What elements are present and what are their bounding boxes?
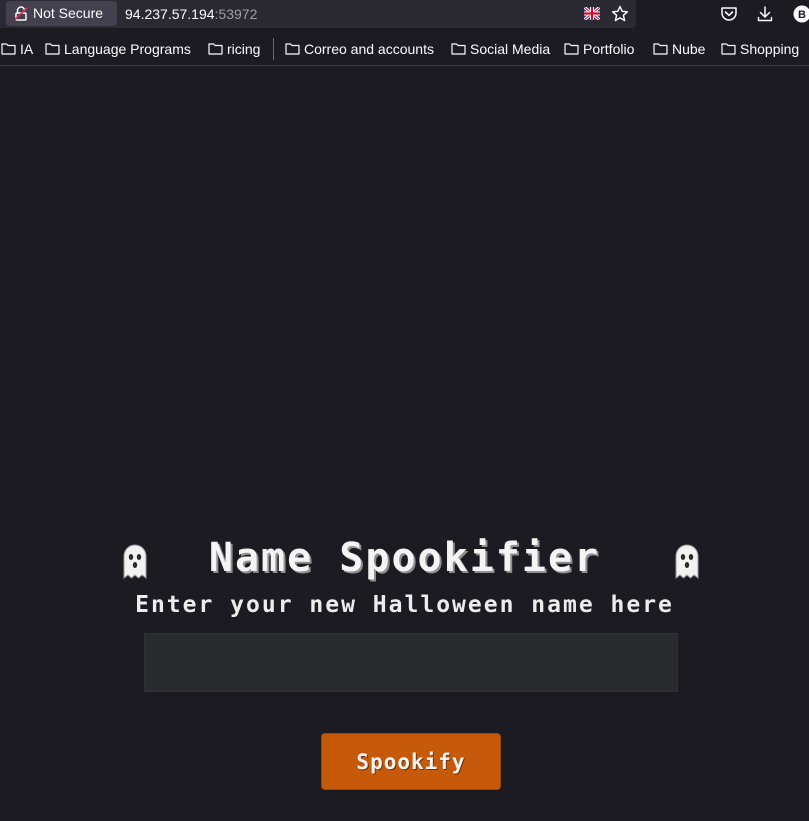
folder-icon — [564, 43, 579, 55]
folder-icon — [653, 43, 668, 55]
bookmark-label: Nube — [672, 41, 706, 57]
bookmark-label: Shopping — [740, 41, 800, 57]
security-label: Not Secure — [33, 5, 104, 21]
browser-toolbar: Not Secure 94.237.57.194:53972 B IA Lang… — [0, 0, 809, 66]
folder-icon — [208, 43, 223, 55]
address-bar[interactable]: Not Secure 94.237.57.194:53972 — [0, 0, 636, 28]
spookify-button[interactable]: Spookify — [321, 733, 501, 790]
bookmark-label: Portfolio — [583, 41, 635, 57]
ghost-icon — [675, 544, 699, 579]
star-icon[interactable] — [611, 5, 629, 23]
extension-icon[interactable]: B — [792, 4, 809, 24]
bookmark-label: ricing — [227, 41, 261, 57]
page-subtitle: Enter your new Halloween name here — [135, 592, 674, 618]
folder-icon — [285, 43, 300, 55]
pocket-icon[interactable] — [719, 4, 739, 24]
folder-icon — [45, 43, 60, 55]
url-host: 94.237.57.194 — [125, 6, 215, 22]
navigation-row: Not Secure 94.237.57.194:53972 B — [0, 0, 809, 28]
flag-uk-icon[interactable] — [584, 7, 600, 20]
broken-lock-icon — [14, 6, 28, 21]
download-icon[interactable] — [755, 4, 775, 24]
name-input[interactable] — [144, 633, 678, 692]
folder-icon — [1, 43, 16, 55]
bookmark-label: IA — [20, 41, 34, 57]
bookmark-label: Social Media — [470, 41, 551, 57]
page-content: Name Spookifier Enter your new Halloween… — [0, 66, 809, 821]
bookmark-separator — [273, 38, 274, 60]
bookmarks-toolbar: IA Language Programs ricing Correo and a… — [0, 37, 809, 61]
security-indicator[interactable]: Not Secure — [6, 1, 117, 26]
title-row: Name Spookifier — [0, 536, 809, 580]
url-text[interactable]: 94.237.57.194:53972 — [125, 0, 257, 28]
url-port: :53972 — [214, 6, 258, 22]
extension-letter: B — [798, 9, 806, 21]
folder-icon — [721, 43, 736, 55]
bookmark-label: Language Programs — [64, 41, 191, 57]
bookmark-label: Correo and accounts — [304, 41, 434, 57]
folder-icon — [451, 43, 466, 55]
